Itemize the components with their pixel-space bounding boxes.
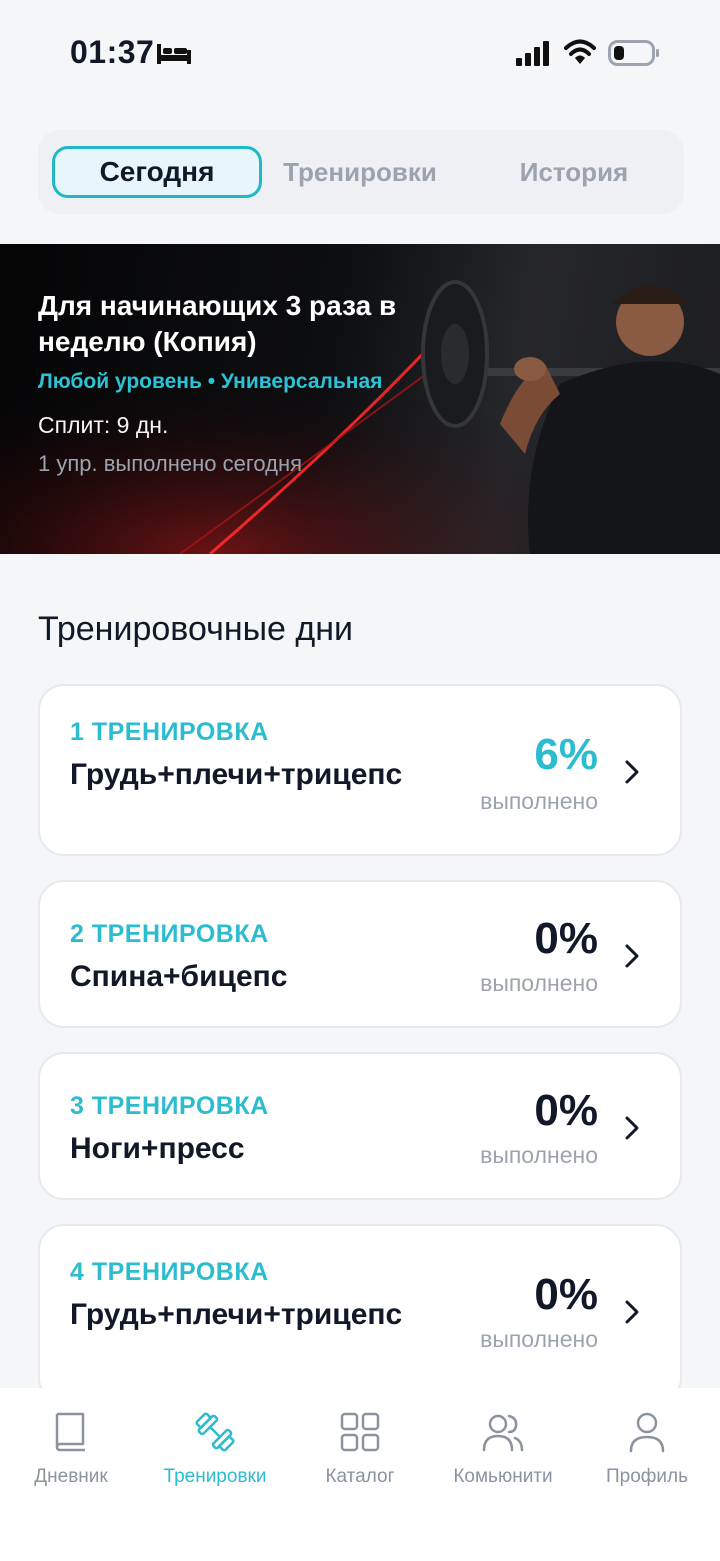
workout-day-card[interactable]: 4 ТРЕНИРОВКА Грудь+плечи+трицепс 0% выпо… (38, 1224, 682, 1404)
grid-icon (340, 1412, 380, 1452)
workout-day-percent: 6% (534, 730, 598, 779)
workout-day-status: выполнено (480, 1326, 598, 1352)
status-time: 01:37 (70, 34, 155, 70)
workout-day-card[interactable]: 1 ТРЕНИРОВКА Грудь+плечи+трицепс 6% выпо… (38, 684, 682, 856)
users-icon (482, 1414, 524, 1452)
workout-day-label: 3 ТРЕНИРОВКА (70, 1092, 269, 1120)
segmented-tabs: Сегодня Тренировки История (38, 130, 684, 214)
dumbbell-icon (195, 1412, 235, 1452)
chevron-right-icon (625, 1300, 639, 1324)
workout-day-label: 4 ТРЕНИРОВКА (70, 1258, 269, 1286)
nav-label: Профиль (605, 1466, 689, 1487)
workout-day-percent: 0% (534, 1086, 598, 1135)
nav-diary[interactable]: Дневник (1, 1410, 141, 1488)
program-split: Сплит: 9 дн. (38, 412, 169, 438)
program-done-today: 1 упр. выполнено сегодня (38, 451, 303, 476)
tab-today[interactable]: Сегодня (52, 146, 262, 198)
nav-profile[interactable]: Профиль (577, 1410, 717, 1488)
workout-day-name: Спина+бицепс (70, 960, 288, 993)
workout-day-status: выполнено (480, 970, 598, 996)
workout-day-card[interactable]: 3 ТРЕНИРОВКА Ноги+пресс 0% выполнено (38, 1052, 682, 1200)
workout-day-percent: 0% (534, 1270, 598, 1319)
book-icon (55, 1412, 85, 1452)
section-title: Тренировочные дни (38, 610, 353, 648)
signal-icon (516, 41, 549, 66)
tab-history[interactable]: История (484, 146, 664, 198)
nav-label: Комьюнити (453, 1466, 553, 1487)
workout-day-name: Ноги+пресс (70, 1132, 245, 1165)
workout-day-label: 1 ТРЕНИРОВКА (70, 718, 269, 746)
nav-label: Дневник (34, 1466, 108, 1487)
nav-label: Тренировки (163, 1466, 267, 1487)
workout-day-percent: 0% (534, 914, 598, 963)
workout-day-status: выполнено (480, 788, 598, 814)
bed-icon (157, 44, 191, 64)
nav-workouts[interactable]: Тренировки (145, 1410, 285, 1488)
workout-day-status: выполнено (480, 1142, 598, 1168)
workout-day-card[interactable]: 2 ТРЕНИРОВКА Спина+бицепс 0% выполнено (38, 880, 682, 1028)
tab-workouts[interactable]: Тренировки (270, 146, 450, 198)
program-banner[interactable]: Для начинающих 3 раза в неделю (Копия) Л… (0, 244, 720, 554)
chevron-right-icon (625, 760, 639, 784)
wifi-icon (564, 39, 596, 64)
program-title: Для начинающих 3 раза в неделю (Копия) (38, 290, 397, 357)
chevron-right-icon (625, 944, 639, 968)
profile-icon (629, 1412, 665, 1453)
workout-day-name: Грудь+плечи+трицепс (70, 1298, 403, 1331)
nav-community[interactable]: Комьюнити (433, 1410, 573, 1488)
workout-day-name: Грудь+плечи+трицепс (70, 758, 403, 791)
workout-day-label: 2 ТРЕНИРОВКА (70, 920, 269, 948)
program-meta: Любой уровень • Универсальная (38, 370, 383, 393)
bottom-nav: Дневник Тренировки Каталог Комьюнити Про… (0, 1388, 720, 1561)
status-bar: 01:37 (0, 0, 720, 100)
program-info: Для начинающих 3 раза в неделю (Копия) Л… (38, 288, 458, 477)
nav-label: Каталог (325, 1466, 395, 1487)
battery-icon (608, 40, 659, 66)
nav-catalog[interactable]: Каталог (290, 1410, 430, 1488)
chevron-right-icon (625, 1116, 639, 1140)
